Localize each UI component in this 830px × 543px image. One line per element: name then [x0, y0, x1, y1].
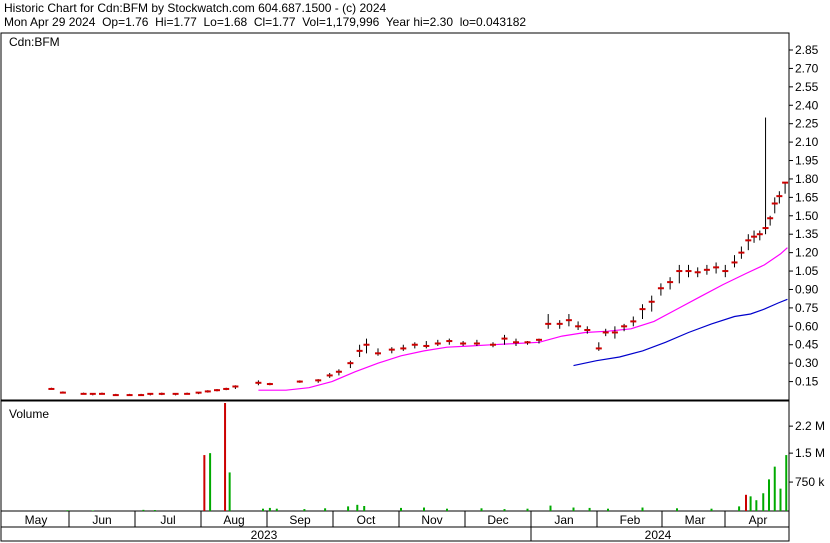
month-label: Apr	[749, 513, 768, 527]
price-tick-label: 0.30	[795, 356, 819, 370]
price-tick-label: 0.15	[795, 375, 819, 389]
price-tick-label: 1.65	[795, 190, 819, 204]
price-tick-label: 1.05	[795, 264, 819, 278]
symbol-label: Cdn:BFM	[9, 35, 60, 49]
month-label: Aug	[223, 513, 244, 527]
volume-tick-label: 2.2 M	[795, 419, 825, 433]
month-label: May	[25, 513, 48, 527]
volume-label: Volume	[9, 407, 49, 421]
stock-chart: Cdn:BFM Volume 2.85 2.70 2.55 2.40 2.25 2.10 1…	[0, 32, 825, 542]
price-tick-label: 0.60	[795, 319, 819, 333]
price-tick-label: 1.20	[795, 246, 819, 260]
price-tick-label: 0.45	[795, 338, 819, 352]
price-panel-frame	[0, 32, 790, 401]
month-label: Feb	[620, 513, 641, 527]
price-tick-label: 0.75	[795, 301, 819, 315]
month-label: Dec	[487, 513, 508, 527]
volume-panel-frame	[0, 400, 790, 512]
year-label: 2023	[251, 528, 278, 542]
price-tick-label: 1.35	[795, 227, 819, 241]
month-label: Jul	[160, 513, 175, 527]
price-tick-label: 1.50	[795, 209, 819, 223]
price-tick-label: 1.80	[795, 172, 819, 186]
month-label: Nov	[421, 513, 442, 527]
price-tick-label: 2.85	[795, 43, 819, 57]
month-label: Oct	[357, 513, 376, 527]
price-tick-label: 2.10	[795, 135, 819, 149]
price-tick-label: 1.95	[795, 154, 819, 168]
volume-tick-label: 1.5 M	[795, 446, 825, 460]
month-label: Sep	[289, 513, 311, 527]
price-tick-label: 2.40	[795, 98, 819, 112]
volume-tick-label: 750 k	[795, 475, 825, 489]
month-label: Jun	[92, 513, 111, 527]
price-tick-label: 0.90	[795, 282, 819, 296]
price-tick-label: 2.55	[795, 80, 819, 94]
month-label: Jan	[554, 513, 573, 527]
month-label: Mar	[685, 513, 706, 527]
price-tick-label: 2.25	[795, 117, 819, 131]
price-tick-label: 2.70	[795, 61, 819, 75]
year-label: 2024	[645, 528, 672, 542]
